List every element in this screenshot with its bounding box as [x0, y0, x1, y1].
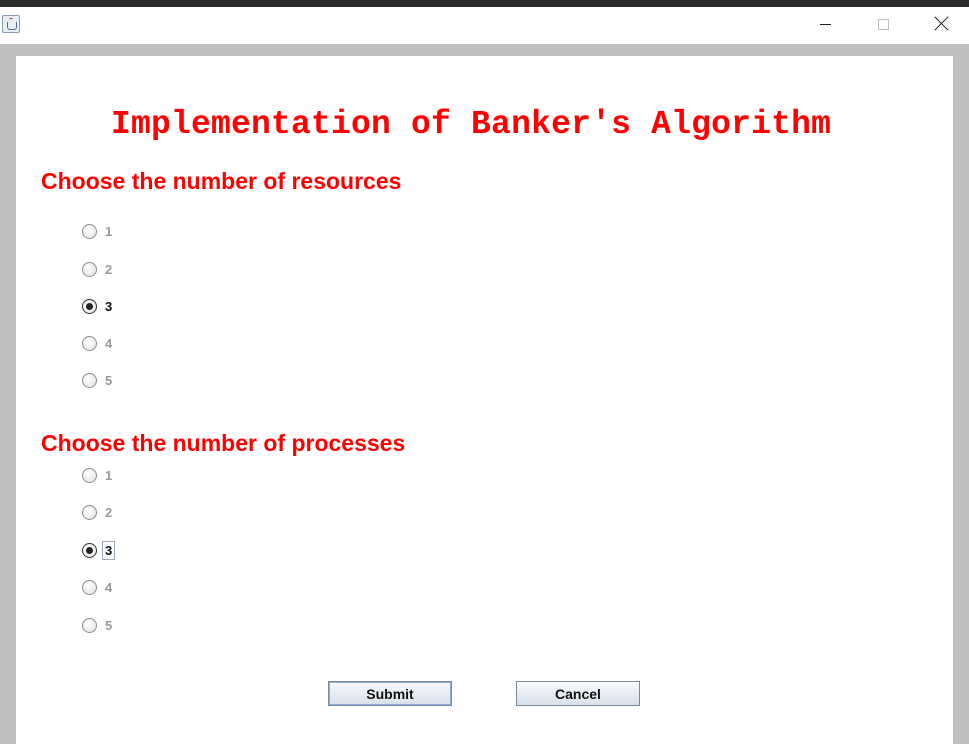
cancel-button[interactable]: Cancel: [516, 681, 640, 706]
process-radio-1[interactable]: 1: [82, 465, 112, 485]
radio-circle[interactable]: [82, 617, 97, 633]
resource-radio-3[interactable]: 3: [82, 296, 112, 316]
radio-circle[interactable]: [82, 504, 97, 520]
radio-label: 1: [105, 223, 113, 239]
resource-radio-2[interactable]: 2: [82, 259, 112, 279]
radio-label: 3: [105, 298, 113, 314]
minimize-button[interactable]: [797, 7, 855, 44]
processes-heading: Choose the number of processes: [41, 430, 406, 456]
radio-label: 4: [105, 579, 113, 595]
resource-radio-4[interactable]: 4: [82, 333, 112, 353]
radio-label: 5: [105, 617, 113, 633]
radio-label: 5: [105, 372, 113, 388]
maximize-button[interactable]: [855, 7, 913, 44]
radio-circle[interactable]: [82, 261, 97, 277]
radio-circle-selected[interactable]: [82, 298, 97, 314]
window-top-strip: [0, 0, 969, 7]
radio-circle[interactable]: [82, 335, 97, 351]
minimize-icon: [820, 24, 831, 25]
resource-radio-1[interactable]: 1: [82, 221, 112, 241]
close-icon: [935, 16, 949, 30]
radio-circle-selected[interactable]: [82, 542, 97, 558]
submit-button[interactable]: Submit: [328, 681, 452, 706]
main-panel: Implementation of Banker's Algorithm Cho…: [16, 56, 953, 744]
process-radio-4[interactable]: 4: [82, 577, 112, 597]
radio-label: 3: [101, 540, 116, 560]
resource-radio-5[interactable]: 5: [82, 370, 112, 390]
page-title: Implementation of Banker's Algorithm: [111, 106, 832, 143]
radio-label: 4: [105, 335, 113, 351]
radio-label: 2: [105, 261, 113, 277]
maximize-icon: [878, 19, 889, 30]
radio-circle[interactable]: [82, 579, 97, 595]
close-button[interactable]: [913, 7, 969, 44]
java-app-icon[interactable]: [2, 15, 20, 33]
radio-circle[interactable]: [82, 223, 97, 239]
process-radio-2[interactable]: 2: [82, 502, 112, 522]
radio-label: 2: [105, 504, 113, 520]
process-radio-5[interactable]: 5: [82, 615, 112, 635]
radio-label: 1: [105, 467, 113, 483]
resources-heading: Choose the number of resources: [41, 168, 402, 194]
process-radio-3[interactable]: 3: [82, 540, 116, 560]
radio-circle[interactable]: [82, 372, 97, 388]
radio-circle[interactable]: [82, 467, 97, 483]
window-titlebar[interactable]: [0, 7, 969, 44]
